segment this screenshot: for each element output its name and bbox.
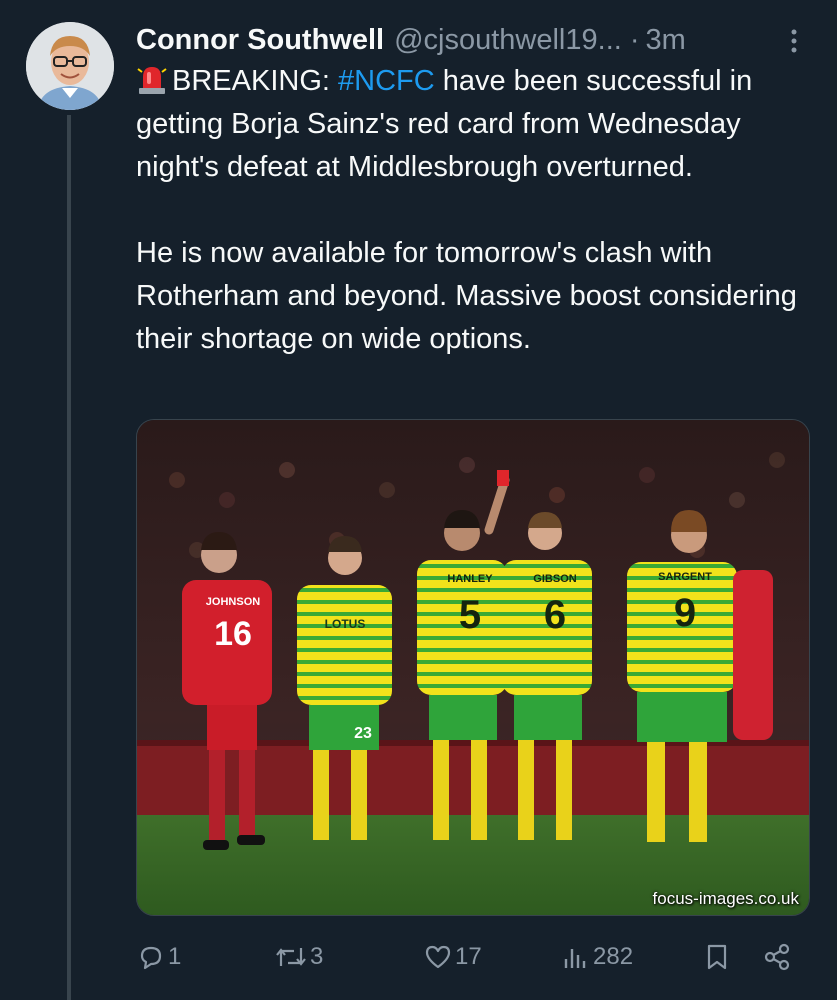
avatar-image bbox=[26, 22, 114, 110]
avatar[interactable] bbox=[26, 22, 114, 110]
separator-dot: · bbox=[629, 24, 640, 56]
share-button[interactable] bbox=[762, 935, 794, 979]
hashtag-link[interactable]: #NCFC bbox=[338, 65, 435, 97]
reply-count: 1 bbox=[168, 943, 182, 970]
heart-icon bbox=[425, 945, 451, 969]
tweet-paragraph-2: He is now available for tomorrow's clash… bbox=[136, 237, 797, 355]
bookmark-button[interactable] bbox=[702, 935, 734, 979]
shirt-number-9: 9 bbox=[674, 591, 696, 635]
player-red-background bbox=[733, 570, 773, 740]
bookmark-icon bbox=[707, 944, 727, 970]
more-options-icon[interactable] bbox=[786, 28, 802, 54]
action-bar: 1 3 17 282 bbox=[136, 935, 811, 979]
retweet-count: 3 bbox=[310, 943, 324, 970]
reply-button[interactable]: 1 bbox=[136, 935, 181, 979]
like-button[interactable]: 17 bbox=[423, 935, 482, 979]
shirt-name-sargent: SARGENT bbox=[658, 571, 712, 583]
like-count: 17 bbox=[455, 943, 482, 970]
shirt-number-5: 5 bbox=[459, 593, 481, 637]
user-handle[interactable]: @cjsouthwell19... bbox=[394, 18, 622, 62]
breaking-label: BREAKING: bbox=[172, 65, 338, 97]
football-match-photo: 16 JOHNSON LOTUS 23 5 HANLEY 6 GIBSON 9 … bbox=[137, 420, 809, 915]
tweet-media-photo[interactable]: 16 JOHNSON LOTUS 23 5 HANLEY 6 GIBSON 9 … bbox=[136, 419, 810, 916]
display-name[interactable]: Connor Southwell bbox=[136, 18, 384, 62]
shirt-number-6: 6 bbox=[544, 593, 566, 637]
shorts-number-23: 23 bbox=[354, 725, 372, 742]
timestamp[interactable]: 3m bbox=[645, 18, 685, 62]
shirt-number-16: 16 bbox=[214, 615, 252, 653]
thread-line bbox=[67, 115, 71, 1000]
photo-watermark: focus-images.co.uk bbox=[652, 889, 799, 908]
tweet-paragraph-1: BREAKING: #NCFC have been successful in … bbox=[136, 60, 811, 189]
share-icon bbox=[764, 943, 790, 971]
views-chart-icon bbox=[564, 949, 586, 968]
retweet-button[interactable]: 3 bbox=[274, 935, 323, 979]
retweet-icon bbox=[276, 948, 306, 966]
views-button[interactable]: 282 bbox=[561, 935, 633, 979]
tweet-header: Connor Southwell @cjsouthwell19... · 3m bbox=[136, 18, 816, 62]
shirt-name-hanley: HANLEY bbox=[447, 573, 493, 585]
shirt-sponsor: LOTUS bbox=[325, 617, 366, 631]
tweet-text: BREAKING: #NCFC have been successful in … bbox=[136, 60, 811, 361]
tweet[interactable]: Connor Southwell @cjsouthwell19... · 3m … bbox=[0, 0, 837, 1000]
police-light-icon bbox=[137, 67, 167, 94]
reply-icon bbox=[140, 946, 162, 970]
views-count: 282 bbox=[593, 943, 634, 970]
shirt-name-gibson: GIBSON bbox=[533, 573, 576, 585]
shirt-name-johnson: JOHNSON bbox=[206, 596, 260, 608]
